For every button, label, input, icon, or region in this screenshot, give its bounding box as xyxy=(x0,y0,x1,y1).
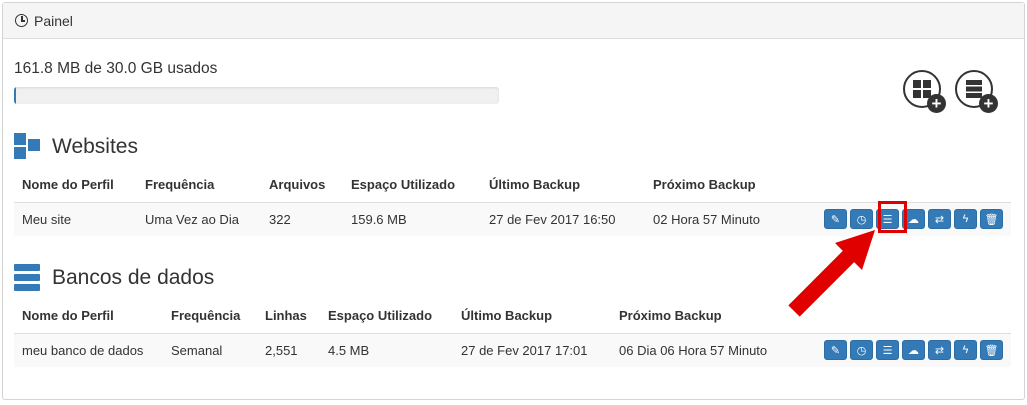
run-now-button[interactable]: ϟ xyxy=(954,340,977,361)
cloud-upload-icon: ☁ xyxy=(908,344,919,357)
column-header-actions xyxy=(815,168,1011,203)
clock-icon: ◷ xyxy=(856,344,867,357)
websites-heading: Websites xyxy=(14,133,138,161)
space-used: 4.5 MB xyxy=(320,333,453,367)
databases-icon xyxy=(14,264,40,291)
column-header: Frequência xyxy=(137,168,261,203)
files-count: 322 xyxy=(261,202,343,236)
plus-icon: + xyxy=(927,94,946,113)
column-header: Último Backup xyxy=(481,168,645,203)
dashboard-icon xyxy=(15,14,28,27)
column-header: Próximo Backup xyxy=(645,168,815,203)
storage-progress-fill xyxy=(14,87,17,104)
delete-button[interactable]: 🗑 xyxy=(980,340,1003,361)
rows-count: 2,551 xyxy=(257,333,320,367)
panel-title: Painel xyxy=(34,12,73,29)
space-used: 159.6 MB xyxy=(343,202,481,236)
refresh-icon: ⇄ xyxy=(934,344,945,357)
table-row: meu banco de dados Semanal 2,551 4.5 MB … xyxy=(14,333,1011,367)
column-header: Último Backup xyxy=(453,299,611,334)
row-actions: ✎ ◷ ☰ ☁ ⇄ ϟ 🗑 xyxy=(791,333,1011,367)
databases-heading: Bancos de dados xyxy=(14,264,214,292)
upload-button[interactable]: ☁ xyxy=(902,340,925,361)
profile-name: Meu site xyxy=(14,202,137,236)
column-header: Próximo Backup xyxy=(611,299,791,334)
schedule-button[interactable]: ◷ xyxy=(850,340,873,361)
column-header: Nome do Perfil xyxy=(14,299,163,334)
delete-button[interactable]: 🗑 xyxy=(980,209,1003,230)
edit-icon: ✎ xyxy=(830,213,841,226)
last-backup: 27 de Fev 2017 17:01 xyxy=(453,333,611,367)
add-database-button[interactable]: + xyxy=(955,70,998,113)
panel-header: Painel xyxy=(3,3,1024,39)
column-header: Nome do Perfil xyxy=(14,168,137,203)
list-backups-button[interactable]: ☰ xyxy=(876,340,899,361)
bolt-icon: ϟ xyxy=(962,344,969,357)
add-buttons: + + xyxy=(903,70,998,113)
refresh-icon: ⇄ xyxy=(934,213,945,226)
edit-button[interactable]: ✎ xyxy=(824,340,847,361)
databases-title: Bancos de dados xyxy=(52,266,215,289)
plus-icon: + xyxy=(979,94,998,113)
websites-icon xyxy=(14,133,40,159)
column-header: Arquivos xyxy=(261,168,343,203)
column-header: Espaço Utilizado xyxy=(343,168,481,203)
profile-name: meu banco de dados xyxy=(14,333,163,367)
add-website-button[interactable]: + xyxy=(903,70,946,113)
trash-icon: 🗑 xyxy=(984,213,999,226)
restore-button[interactable]: ⇄ xyxy=(928,209,951,230)
storage-progress-bar xyxy=(14,87,499,104)
frequency: Uma Vez ao Dia xyxy=(137,202,261,236)
column-header: Frequência xyxy=(163,299,257,334)
frequency: Semanal xyxy=(163,333,257,367)
column-header: Espaço Utilizado xyxy=(320,299,453,334)
highlight-box xyxy=(878,201,907,233)
list-icon: ☰ xyxy=(882,344,893,357)
storage-usage-text: 161.8 MB de 30.0 GB usados xyxy=(14,60,218,77)
clock-icon: ◷ xyxy=(856,213,867,226)
annotation-arrow-icon xyxy=(788,230,875,317)
bolt-icon: ϟ xyxy=(962,213,969,226)
websites-title: Websites xyxy=(52,135,138,158)
cloud-upload-icon: ☁ xyxy=(908,213,919,226)
restore-button[interactable]: ⇄ xyxy=(928,340,951,361)
trash-icon: 🗑 xyxy=(984,344,999,357)
run-now-button[interactable]: ϟ xyxy=(954,209,977,230)
column-header: Linhas xyxy=(257,299,320,334)
last-backup: 27 de Fev 2017 16:50 xyxy=(481,202,645,236)
next-backup: 06 Dia 06 Hora 57 Minuto xyxy=(611,333,791,367)
edit-icon: ✎ xyxy=(830,344,841,357)
